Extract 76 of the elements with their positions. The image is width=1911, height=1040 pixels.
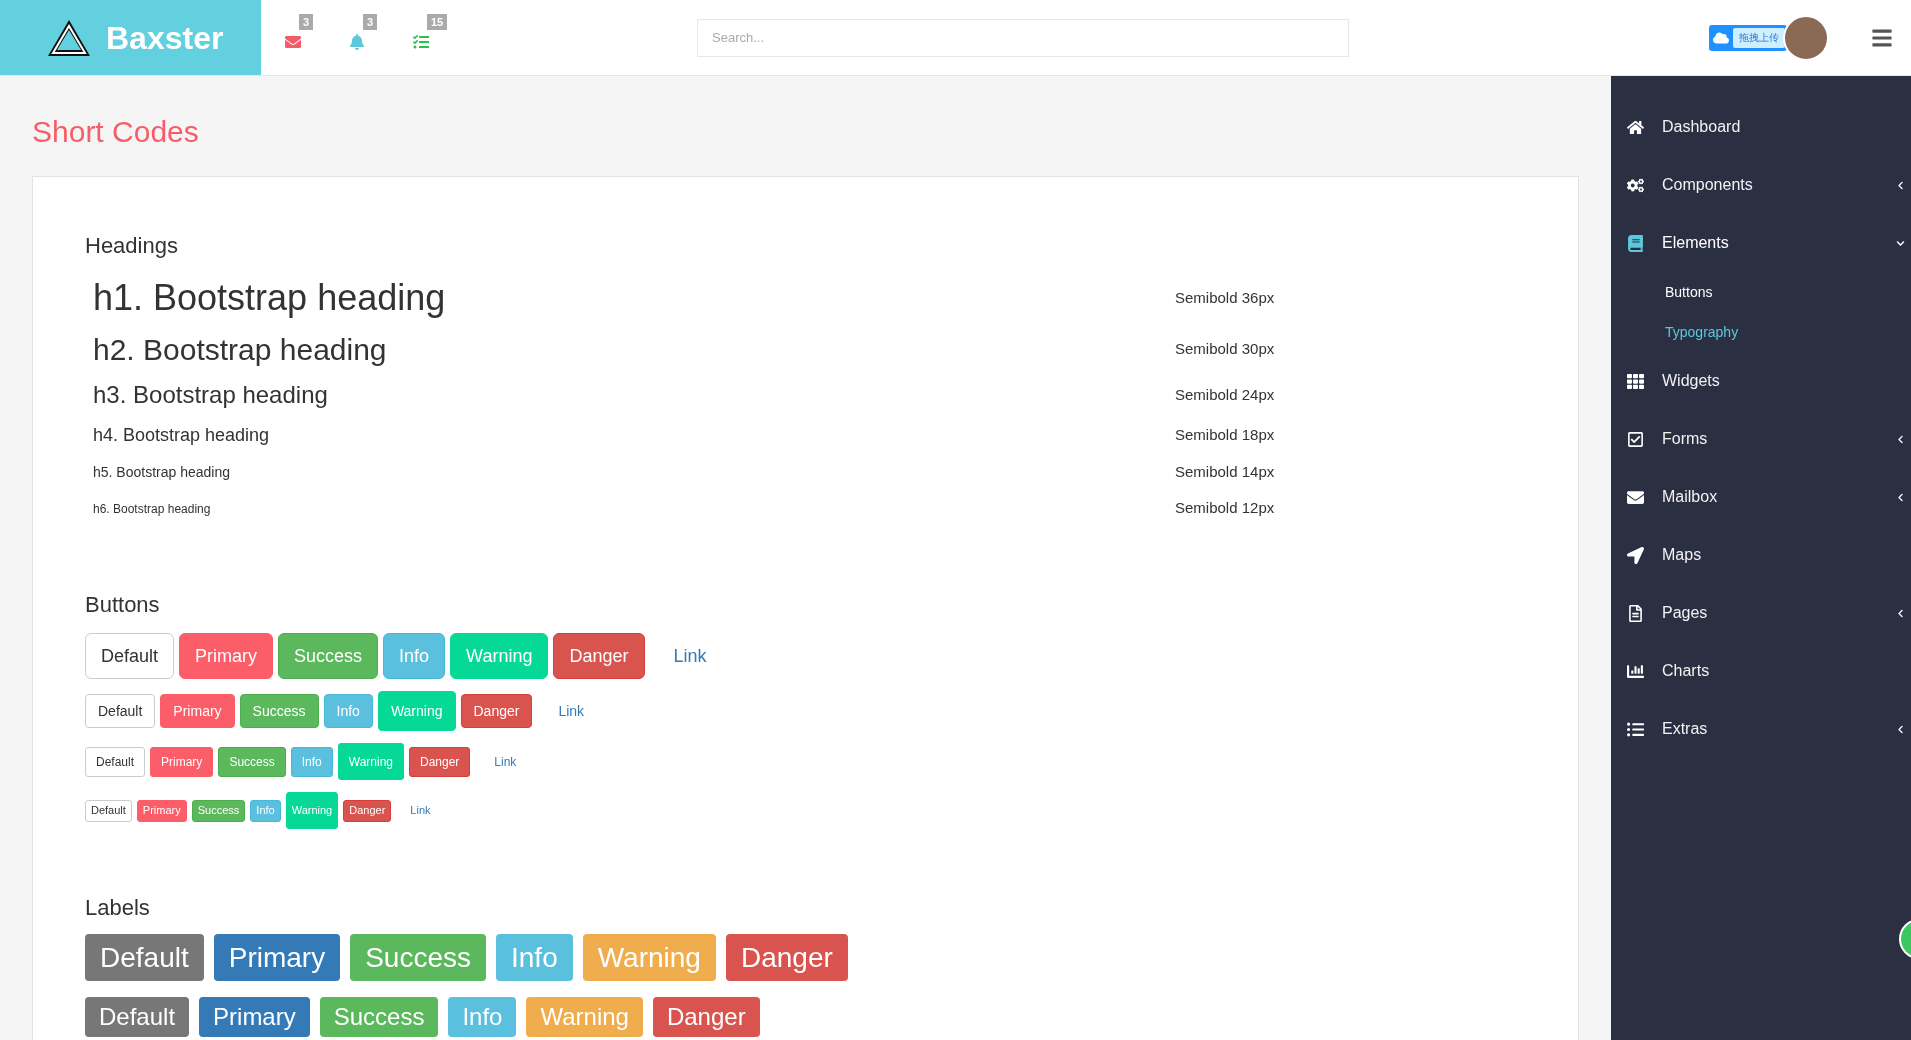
label-tag: Success — [350, 934, 486, 981]
upload-label: 拖拽上传 — [1733, 27, 1785, 48]
heading-sample: h3. Bootstrap heading — [93, 381, 328, 408]
sample-button[interactable]: Default — [85, 799, 132, 822]
sidebar-item[interactable]: Forms — [1611, 410, 1911, 468]
heading-sample: h5. Bootstrap heading — [93, 464, 230, 480]
sample-button[interactable]: Info — [383, 633, 446, 679]
heading-note: Semibold 30px — [1175, 338, 1275, 359]
sample-button[interactable]: Success — [278, 633, 379, 679]
sample-button[interactable]: Success — [239, 694, 319, 728]
list-icon — [413, 33, 429, 50]
heading-sample: h6. Bootstrap heading — [93, 502, 211, 516]
sample-button[interactable]: Info — [250, 799, 281, 822]
notification-button[interactable] — [285, 33, 301, 50]
label-tag: Danger — [652, 997, 760, 1037]
link-button[interactable]: Link — [404, 799, 437, 822]
sample-button[interactable]: Success — [218, 746, 286, 777]
section-title: Buttons — [85, 591, 161, 619]
count-badge: 3 — [299, 13, 314, 30]
sample-button[interactable]: Info — [323, 694, 373, 728]
sample-button[interactable]: Info — [290, 746, 333, 777]
sample-button[interactable]: Primary — [179, 633, 274, 679]
search-field[interactable]: Search... — [697, 18, 1349, 57]
label-tag: Info — [448, 997, 517, 1037]
link-button[interactable]: Link — [483, 746, 528, 777]
heading-note: Semibold 14px — [1175, 461, 1275, 482]
sidebar-item[interactable]: Components — [1611, 156, 1911, 214]
section-title: Headings — [85, 232, 179, 260]
sample-button[interactable]: Default — [85, 694, 156, 728]
label-tag: Warning — [582, 934, 716, 981]
count-badge: 15 — [427, 13, 448, 30]
heading-sample: h4. Bootstrap heading — [93, 424, 270, 445]
sidebar-item[interactable]: Dashboard — [1611, 98, 1911, 156]
sample-button[interactable]: Success — [191, 799, 246, 822]
label-tag: Default — [85, 934, 204, 981]
sidebar-item[interactable]: Maps — [1611, 526, 1911, 584]
heading-note: Semibold 18px — [1175, 424, 1275, 445]
sample-button[interactable]: Danger — [409, 746, 471, 777]
label-tag: Warning — [526, 997, 643, 1037]
sample-button[interactable]: Default — [85, 746, 146, 777]
sidebar-item[interactable]: Mailbox — [1611, 468, 1911, 526]
submenu-item[interactable]: Buttons — [1611, 272, 1911, 312]
logo-text: Baxster — [106, 18, 224, 58]
sidebar-item[interactable]: Elements — [1611, 214, 1911, 272]
sample-button[interactable]: Primary — [150, 746, 214, 777]
bell-icon — [349, 33, 365, 50]
sidebar-item[interactable]: Widgets — [1611, 352, 1911, 410]
label-tag: Danger — [725, 934, 848, 981]
heading-note: Semibold 12px — [1175, 497, 1275, 518]
count-badge: 3 — [363, 13, 378, 30]
sample-button[interactable]: Danger — [343, 799, 392, 822]
section-title: Labels — [85, 894, 151, 922]
label-tag: Default — [85, 997, 190, 1037]
sample-button[interactable]: Primary — [136, 799, 187, 822]
upload-widget[interactable]: 拖拽上传 — [1709, 24, 1787, 51]
link-button[interactable]: Link — [545, 694, 598, 728]
label-tag: Primary — [213, 934, 341, 981]
link-button[interactable]: Link — [657, 633, 723, 679]
sample-button[interactable]: Default — [85, 633, 175, 679]
heading-note: Semibold 24px — [1175, 384, 1275, 405]
sample-button[interactable]: Danger — [553, 633, 645, 679]
label-tag: Primary — [199, 997, 310, 1037]
envelope-icon — [285, 33, 301, 50]
submenu-item[interactable]: Typography — [1611, 312, 1911, 352]
sample-button[interactable]: Danger — [460, 694, 533, 728]
sample-button[interactable]: Primary — [160, 694, 235, 728]
sidebar-item[interactable]: Charts — [1611, 642, 1911, 700]
label-tag: Success — [319, 997, 439, 1037]
page-title: Short Codes — [32, 114, 200, 150]
label-tag: Info — [496, 934, 573, 981]
sidebar-item[interactable]: Extras — [1611, 700, 1911, 758]
heading-note: Semibold 36px — [1175, 287, 1275, 308]
heading-sample: h2. Bootstrap heading — [93, 332, 387, 366]
sidebar-item[interactable]: Pages — [1611, 584, 1911, 642]
heading-sample: h1. Bootstrap heading — [93, 277, 446, 318]
cloud-icon — [1713, 29, 1729, 46]
